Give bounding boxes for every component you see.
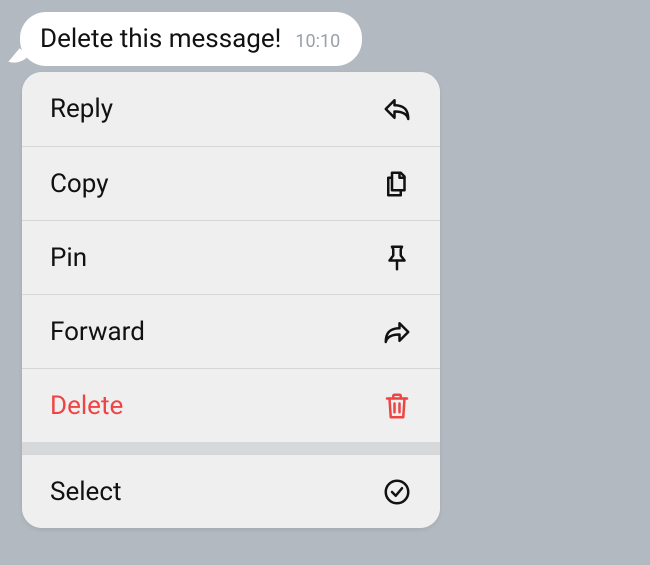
message-timestamp: 10:10 xyxy=(295,31,340,52)
trash-icon xyxy=(380,389,414,423)
copy-icon xyxy=(380,167,414,201)
menu-item-label: Reply xyxy=(50,94,113,124)
check-circle-icon xyxy=(380,475,414,509)
menu-item-label: Delete xyxy=(50,391,123,421)
menu-separator xyxy=(22,442,440,454)
context-menu: Reply Copy Pin xyxy=(22,72,440,528)
menu-item-label: Forward xyxy=(50,317,145,347)
menu-item-forward[interactable]: Forward xyxy=(22,294,440,368)
menu-item-reply[interactable]: Reply xyxy=(22,72,440,146)
pin-icon xyxy=(380,241,414,275)
menu-item-label: Pin xyxy=(50,243,87,273)
message-bubble[interactable]: Delete this message! 10:10 xyxy=(20,12,362,66)
menu-item-label: Select xyxy=(50,477,121,507)
menu-item-label: Copy xyxy=(50,169,109,199)
menu-item-pin[interactable]: Pin xyxy=(22,220,440,294)
message-text: Delete this message! xyxy=(40,24,281,54)
message-row: Delete this message! 10:10 xyxy=(20,12,362,66)
forward-icon xyxy=(380,315,414,349)
menu-item-delete[interactable]: Delete xyxy=(22,368,440,442)
menu-item-select[interactable]: Select xyxy=(22,454,440,528)
reply-icon xyxy=(380,92,414,126)
menu-item-copy[interactable]: Copy xyxy=(22,146,440,220)
chat-screen: Delete this message! 10:10 Reply Copy Pi… xyxy=(0,0,650,565)
